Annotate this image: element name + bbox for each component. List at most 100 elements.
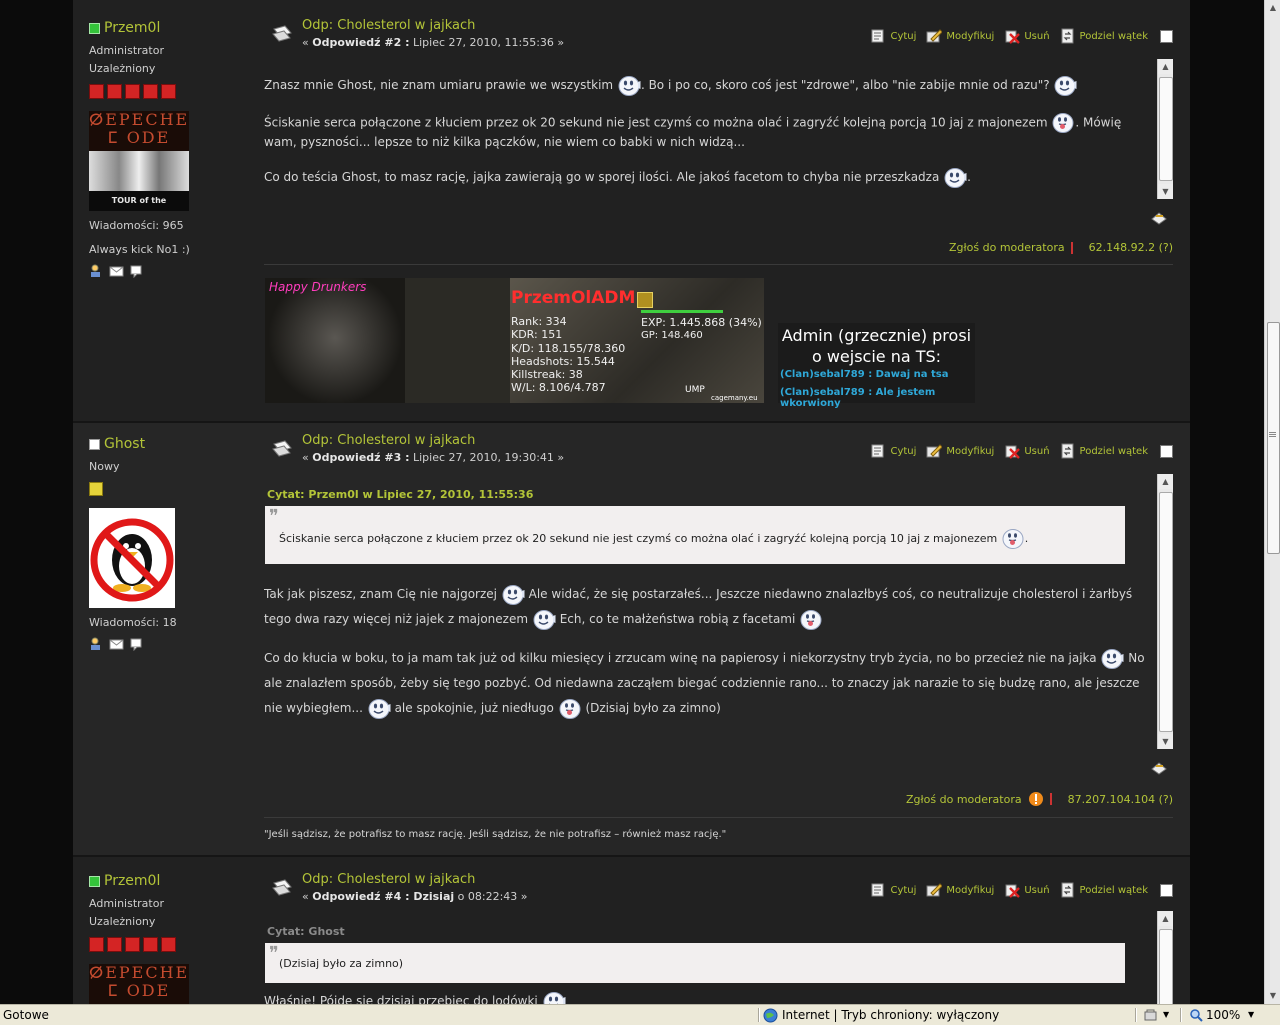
post-body: Znasz mnie Ghost, nie znam umiaru prawie…: [264, 59, 1173, 199]
post-scrollbar[interactable]: ▲ ▼: [1157, 59, 1173, 199]
post-subject-link[interactable]: Odp: Cholesterol w jajkach: [302, 433, 475, 448]
post-text: Znasz mnie Ghost, nie znam umiaru prawie…: [264, 78, 614, 92]
star-icon: [143, 937, 158, 952]
star-icon: [89, 482, 103, 496]
ip-address-link[interactable]: 62.148.92.2 (?): [1089, 241, 1173, 254]
reply-number: Odpowiedź #2 :: [312, 36, 410, 49]
pm-icon[interactable]: [129, 637, 144, 651]
username[interactable]: Przem0l: [104, 20, 160, 36]
post-scrollbar[interactable]: ▲: [1157, 911, 1173, 1004]
quote-text: (Dzisiaj było za zimno): [279, 957, 404, 970]
quote-icon: [870, 443, 886, 459]
banner-player-name: PrzemOlADM: [511, 288, 636, 308]
select-post-checkbox[interactable]: [1160, 883, 1173, 897]
quote-icon: [870, 882, 886, 898]
split-topic-button[interactable]: Podziel wątek: [1060, 882, 1148, 898]
avatar-line: ⵁEPECHE: [89, 111, 189, 129]
smiley-icon: [532, 609, 556, 631]
quote-button[interactable]: Cytuj: [870, 882, 916, 898]
profile-icon[interactable]: [89, 264, 104, 278]
quote-header-link[interactable]: Cytat: Ghost: [267, 925, 1149, 939]
poster-name-link[interactable]: Przem0l: [89, 873, 249, 889]
scroll-up-arrow-icon[interactable]: ▲: [1158, 474, 1173, 489]
post-tools: Cytuj Modyfikuj Usuń Podziel wątek: [870, 443, 1173, 459]
reply-icon[interactable]: [1150, 210, 1168, 226]
window-scrollbar[interactable]: ▲ ▼: [1264, 0, 1280, 1004]
banner-stat: KDR: 151: [511, 328, 563, 342]
ip-address-link[interactable]: 87.207.104.104 (?): [1068, 793, 1173, 806]
quote-text: .: [1024, 532, 1029, 545]
window-scroll-up-icon[interactable]: ▲: [1265, 0, 1280, 16]
remove-button[interactable]: Usuń: [1004, 28, 1050, 44]
scroll-grip-icon: [1269, 432, 1276, 433]
zoom-dropdown-icon[interactable]: ▼: [1248, 1005, 1254, 1025]
username[interactable]: Przem0l: [104, 873, 160, 889]
quote-header-link[interactable]: Cytat: Przem0l w Lipiec 27, 2010, 11:55:…: [267, 488, 1149, 502]
security-zone[interactable]: Internet | Tryb chroniony: wyłączony: [782, 1005, 999, 1025]
profile-icon[interactable]: [89, 637, 104, 651]
window-scroll-down-icon[interactable]: ▼: [1265, 988, 1280, 1004]
reply-icon[interactable]: [1150, 760, 1168, 776]
post-text: . Bo i po co, skoro coś jest "zdrowe", a…: [640, 78, 1050, 92]
post-subject-link[interactable]: Odp: Cholesterol w jajkach: [302, 872, 475, 887]
date-prefix: «: [302, 890, 313, 903]
banner-stats: Rank: 334 KDR: 151 K/D: 118.155/78.360 H…: [511, 315, 625, 395]
window-scroll-thumb[interactable]: [1267, 322, 1280, 554]
post-text: Ech, co te małżeństwa robią z facetami: [555, 612, 796, 626]
quote-block: ❞ (Dzisiaj było za zimno): [265, 943, 1125, 983]
tongue-smiley-icon: [799, 609, 823, 631]
scroll-down-arrow-icon[interactable]: ▼: [1158, 184, 1173, 199]
post-group: Uzależniony: [89, 62, 156, 75]
quote-label: Cytuj: [890, 445, 917, 457]
protected-mode-dropdown-icon[interactable]: ▼: [1163, 1005, 1169, 1025]
username[interactable]: Ghost: [104, 436, 145, 452]
modify-label: Modyfikuj: [946, 30, 995, 42]
post-subject-link[interactable]: Odp: Cholesterol w jajkach: [302, 18, 475, 33]
protected-mode-icon[interactable]: [1143, 1008, 1159, 1023]
select-post-checkbox[interactable]: [1160, 29, 1173, 43]
split-topic-button[interactable]: Podziel wątek: [1060, 28, 1148, 44]
poster-name-link[interactable]: Przem0l: [89, 20, 249, 36]
modify-button[interactable]: Modyfikuj: [926, 28, 994, 44]
report-to-moderator-link[interactable]: Zgłoś do moderatora: [906, 793, 1022, 806]
scroll-thumb[interactable]: [1159, 492, 1173, 732]
modify-label: Modyfikuj: [946, 884, 995, 896]
zoom-level[interactable]: 100%: [1206, 1005, 1240, 1025]
quote-button[interactable]: Cytuj: [870, 443, 916, 459]
poster-name-link[interactable]: Ghost: [89, 436, 249, 452]
signature-divider: [264, 817, 1173, 818]
post-scrollbar[interactable]: ▲ ▼: [1157, 474, 1173, 749]
post-timestamp: Lipiec 27, 2010, 11:55:36 »: [409, 36, 565, 49]
remove-icon: [1004, 882, 1020, 898]
email-icon[interactable]: [109, 264, 124, 278]
pm-icon[interactable]: [129, 264, 144, 278]
star-icon: [125, 937, 140, 952]
email-icon[interactable]: [109, 637, 124, 651]
quote-mark-icon: ❞: [269, 506, 279, 527]
star-icon: [89, 84, 104, 99]
post-header: Odp: Cholesterol w jajkach « Odpowiedź #…: [263, 872, 1173, 903]
post-date: « Odpowiedź #2 : Lipiec 27, 2010, 11:55:…: [302, 36, 564, 49]
report-to-moderator-link[interactable]: Zgłoś do moderatora: [949, 241, 1065, 254]
zoom-icon[interactable]: [1189, 1008, 1203, 1022]
no-penguin-avatar-image: [90, 518, 174, 602]
remove-button[interactable]: Usuń: [1004, 443, 1050, 459]
scroll-up-arrow-icon[interactable]: ▲: [1158, 911, 1173, 926]
remove-button[interactable]: Usuń: [1004, 882, 1050, 898]
split-icon: [1060, 443, 1076, 459]
modify-icon: [926, 882, 942, 898]
split-topic-button[interactable]: Podziel wątek: [1060, 443, 1148, 459]
select-post-checkbox[interactable]: [1160, 444, 1173, 458]
scroll-thumb[interactable]: [1159, 77, 1173, 181]
message-count: Wiadomości: 18: [89, 616, 177, 629]
modify-button[interactable]: Modyfikuj: [926, 443, 994, 459]
offline-status-icon: [89, 438, 100, 450]
modify-button[interactable]: Modyfikuj: [926, 882, 994, 898]
quote-button[interactable]: Cytuj: [870, 28, 916, 44]
rank-badge-icon: [637, 292, 653, 308]
star-icon: [89, 937, 104, 952]
scroll-up-arrow-icon[interactable]: ▲: [1158, 59, 1173, 74]
quote-icon: [870, 28, 886, 44]
scroll-down-arrow-icon[interactable]: ▼: [1158, 734, 1173, 749]
scroll-thumb[interactable]: [1159, 929, 1173, 1004]
